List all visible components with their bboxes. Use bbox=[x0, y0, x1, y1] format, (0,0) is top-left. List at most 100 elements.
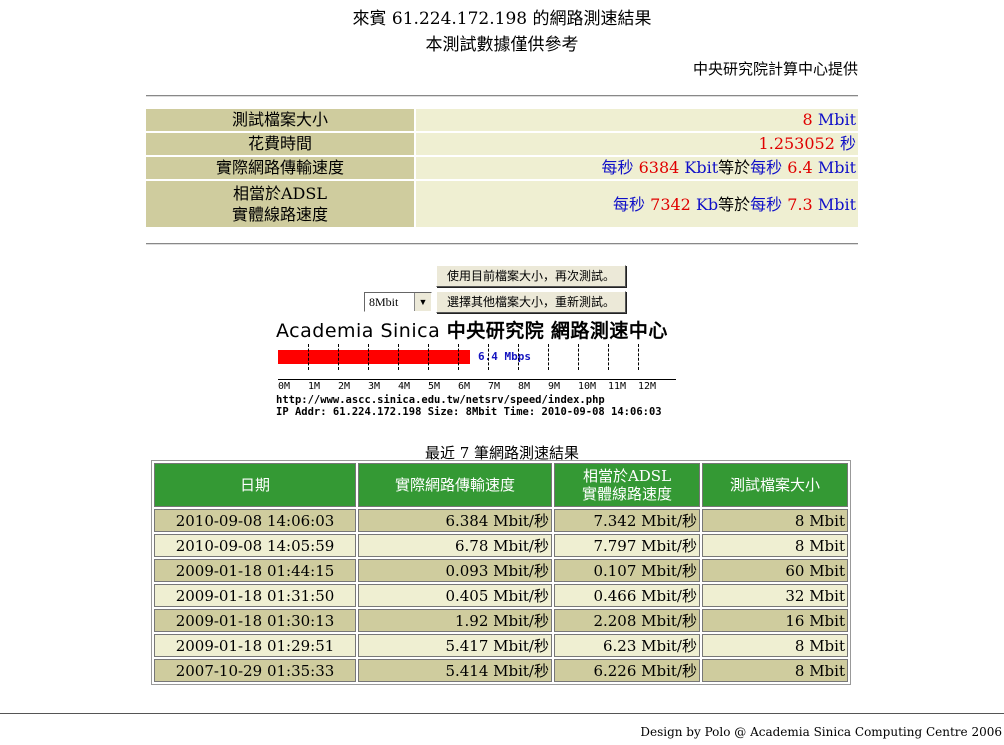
history-cell-size: 8 Mbit bbox=[702, 634, 848, 657]
history-cell-speed: 0.405 Mbit/秒 bbox=[358, 584, 552, 607]
history-header-row: 日期 實際網路傳輸速度 相當於ADSL 實體線路速度 測試檔案大小 bbox=[154, 463, 848, 507]
axis-tick-label: 10M bbox=[578, 381, 597, 392]
history-cell-adsl: 2.208 Mbit/秒 bbox=[554, 609, 700, 632]
divider-middle bbox=[146, 243, 858, 245]
axis-tick-label: 4M bbox=[398, 381, 411, 392]
history-cell-speed: 6.78 Mbit/秒 bbox=[358, 534, 552, 557]
result-row-speed: 實際網路傳輸速度 每秒 6384 Kbit等於每秒 6.4 Mbit bbox=[146, 157, 858, 179]
change-size-button[interactable]: 選擇其他檔案大小，重新測試。 bbox=[436, 291, 627, 313]
provider-text: 中央研究院計算中心提供 bbox=[692, 60, 858, 78]
history-cell-date: 2007-10-29 01:35:33 bbox=[154, 659, 356, 682]
brand-center: 網路測速中心 bbox=[550, 320, 668, 342]
axis-tick-label: 7M bbox=[488, 381, 501, 392]
time-value: 1.253052 秒 bbox=[416, 133, 858, 155]
history-cell-speed: 0.093 Mbit/秒 bbox=[358, 559, 552, 582]
speed-value: 每秒 6384 Kbit等於每秒 6.4 Mbit bbox=[416, 157, 858, 179]
banner-info: IP Addr: 61.224.172.198 Size: 8Mbit Time… bbox=[276, 406, 662, 418]
axis-tick-label: 3M bbox=[368, 381, 381, 392]
axis-gridline bbox=[518, 344, 519, 370]
history-cell-adsl: 6.226 Mbit/秒 bbox=[554, 659, 700, 682]
history-cell-size: 8 Mbit bbox=[702, 659, 848, 682]
history-header-size: 測試檔案大小 bbox=[702, 463, 848, 507]
history-cell-size: 16 Mbit bbox=[702, 609, 848, 632]
history-cell-adsl: 6.23 Mbit/秒 bbox=[554, 634, 700, 657]
page-subtitle: 本測試數據僅供參考 bbox=[425, 35, 579, 55]
divider-top bbox=[146, 95, 858, 97]
speed-label: 實際網路傳輸速度 bbox=[146, 157, 416, 179]
axis-tick-label: 2M bbox=[338, 381, 351, 392]
speed-bar-label: 6.4 Mbps bbox=[478, 350, 531, 363]
result-table: 測試檔案大小 8 Mbit 花費時間 1.253052 秒 實際網路傳輸速度 每… bbox=[146, 107, 858, 229]
result-row-size: 測試檔案大小 8 Mbit bbox=[146, 109, 858, 131]
time-label: 花費時間 bbox=[146, 133, 416, 155]
history-table: 日期 實際網路傳輸速度 相當於ADSL 實體線路速度 測試檔案大小 2010-09… bbox=[151, 460, 851, 685]
axis-gridline bbox=[608, 344, 609, 370]
file-size-select[interactable]: 8Mbit ▼ bbox=[364, 292, 432, 312]
table-row: 2009-01-18 01:30:13 1.92 Mbit/秒 2.208 Mbit… bbox=[154, 609, 848, 632]
history-cell-date: 2010-09-08 14:06:03 bbox=[154, 509, 356, 532]
history-cell-date: 2009-01-18 01:29:51 bbox=[154, 634, 356, 657]
table-row: 2007-10-29 01:35:33 5.414 Mbit/秒 6.226 Mbi… bbox=[154, 659, 848, 682]
history-cell-adsl: 0.466 Mbit/秒 bbox=[554, 584, 700, 607]
speed-bar-track: 6.4 Mbps bbox=[278, 344, 668, 370]
speed-axis bbox=[278, 379, 676, 380]
axis-tick-label: 6M bbox=[458, 381, 471, 392]
history-cell-size: 60 Mbit bbox=[702, 559, 848, 582]
speed-banner: Academia Sinica 中央研究院 網路測速中心 6.4 Mbps 0M… bbox=[276, 316, 706, 426]
footer-credit: Design by Polo @ Academia Sinica Computi… bbox=[640, 725, 1002, 739]
axis-gridline bbox=[398, 344, 399, 370]
file-size-select-value: 8Mbit bbox=[369, 295, 399, 309]
history-cell-speed: 1.92 Mbit/秒 bbox=[358, 609, 552, 632]
axis-tick-label: 0M bbox=[278, 381, 291, 392]
axis-gridline bbox=[338, 344, 339, 370]
history-cell-adsl: 0.107 Mbit/秒 bbox=[554, 559, 700, 582]
page-title: 來賓 61.224.172.198 的網路測速結果 bbox=[352, 9, 652, 29]
axis-tick-label: 12M bbox=[638, 381, 657, 392]
adsl-value: 每秒 7342 Kb等於每秒 7.3 Mbit bbox=[416, 181, 858, 227]
axis-gridline bbox=[458, 344, 459, 370]
axis-tick-label: 9M bbox=[548, 381, 561, 392]
brand-en: Academia Sinica bbox=[276, 320, 441, 342]
axis-tick-label: 1M bbox=[308, 381, 321, 392]
table-row: 2009-01-18 01:31:50 0.405 Mbit/秒 0.466 Mbi… bbox=[154, 584, 848, 607]
dropdown-arrow-icon[interactable]: ▼ bbox=[414, 293, 431, 311]
history-cell-date: 2009-01-18 01:31:50 bbox=[154, 584, 356, 607]
history-cell-speed: 5.417 Mbit/秒 bbox=[358, 634, 552, 657]
axis-tick-label: 11M bbox=[608, 381, 627, 392]
history-cell-size: 32 Mbit bbox=[702, 584, 848, 607]
axis-tick-label: 8M bbox=[518, 381, 531, 392]
history-header-date: 日期 bbox=[154, 463, 356, 507]
table-row: 2009-01-18 01:29:51 5.417 Mbit/秒 6.23 Mbit… bbox=[154, 634, 848, 657]
history-cell-speed: 5.414 Mbit/秒 bbox=[358, 659, 552, 682]
table-row: 2010-09-08 14:06:03 6.384 Mbit/秒 7.342 Mbi… bbox=[154, 509, 848, 532]
history-cell-date: 2010-09-08 14:05:59 bbox=[154, 534, 356, 557]
history-cell-adsl: 7.342 Mbit/秒 bbox=[554, 509, 700, 532]
axis-gridline bbox=[548, 344, 549, 370]
axis-gridline bbox=[638, 344, 639, 370]
history-cell-speed: 6.384 Mbit/秒 bbox=[358, 509, 552, 532]
table-row: 2010-09-08 14:05:59 6.78 Mbit/秒 7.797 Mbit… bbox=[154, 534, 848, 557]
banner-brand: Academia Sinica 中央研究院 網路測速中心 bbox=[276, 316, 668, 343]
history-header-speed: 實際網路傳輸速度 bbox=[358, 463, 552, 507]
result-row-time: 花費時間 1.253052 秒 bbox=[146, 133, 858, 155]
retest-button[interactable]: 使用目前檔案大小，再次測試。 bbox=[436, 265, 627, 287]
result-row-adsl: 相當於ADSL 實體線路速度 每秒 7342 Kb等於每秒 7.3 Mbit bbox=[146, 181, 858, 227]
axis-gridline bbox=[578, 344, 579, 370]
axis-gridline bbox=[428, 344, 429, 370]
history-cell-date: 2009-01-18 01:30:13 bbox=[154, 609, 356, 632]
footer-divider bbox=[0, 713, 1004, 714]
axis-gridline bbox=[488, 344, 489, 370]
axis-gridline bbox=[368, 344, 369, 370]
file-size-label: 測試檔案大小 bbox=[146, 109, 416, 131]
axis-tick-label: 5M bbox=[428, 381, 441, 392]
speed-bar-fill bbox=[278, 350, 470, 364]
adsl-label: 相當於ADSL 實體線路速度 bbox=[146, 181, 416, 227]
history-cell-size: 8 Mbit bbox=[702, 509, 848, 532]
history-cell-date: 2009-01-18 01:44:15 bbox=[154, 559, 356, 582]
brand-zh: 中央研究院 bbox=[446, 320, 545, 342]
history-cell-size: 8 Mbit bbox=[702, 534, 848, 557]
history-header-adsl: 相當於ADSL 實體線路速度 bbox=[554, 463, 700, 507]
file-size-value: 8 Mbit bbox=[416, 109, 858, 131]
table-row: 2009-01-18 01:44:15 0.093 Mbit/秒 0.107 Mbi… bbox=[154, 559, 848, 582]
history-cell-adsl: 7.797 Mbit/秒 bbox=[554, 534, 700, 557]
